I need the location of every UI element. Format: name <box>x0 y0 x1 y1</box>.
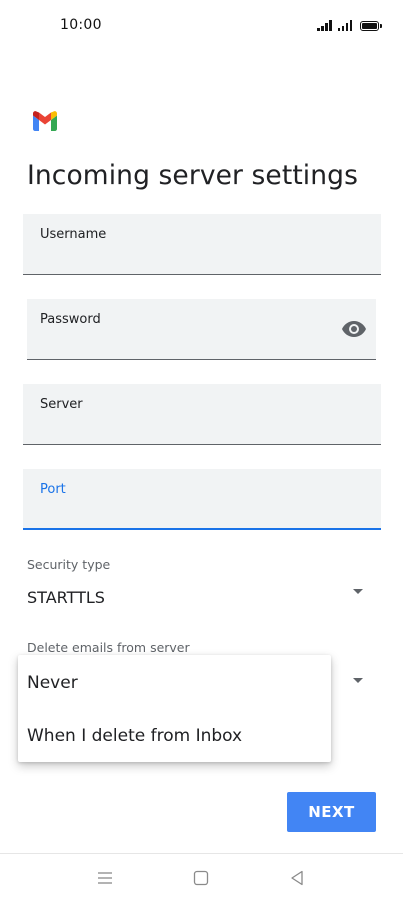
next-button[interactable]: NEXT <box>287 792 376 832</box>
delete-emails-label: Delete emails from server <box>27 640 190 655</box>
battery-icon <box>360 21 382 31</box>
security-type-label: Security type <box>27 557 111 572</box>
home-icon[interactable] <box>191 868 211 888</box>
status-icons <box>317 17 382 31</box>
port-label: Port <box>40 482 66 497</box>
status-bar: 10:00 <box>0 0 403 50</box>
security-type-value: STARTTLS <box>27 588 105 607</box>
server-input[interactable] <box>40 424 320 444</box>
menu-item-never[interactable]: Never <box>18 657 331 710</box>
eye-icon[interactable] <box>342 320 366 338</box>
server-field[interactable]: Server <box>23 384 381 445</box>
username-field[interactable]: Username <box>23 214 381 275</box>
signal-icon <box>317 19 332 31</box>
delete-emails-dropdown-menu: Never When I delete from Inbox <box>18 655 331 762</box>
password-input[interactable] <box>40 339 310 359</box>
server-label: Server <box>40 397 83 412</box>
chevron-down-icon <box>353 678 363 683</box>
chevron-down-icon <box>353 589 363 594</box>
security-type-select[interactable]: Security type STARTTLS <box>20 550 380 612</box>
username-label: Username <box>40 227 107 242</box>
signal-icon <box>337 19 352 31</box>
username-input[interactable] <box>40 254 320 274</box>
password-label: Password <box>40 312 101 327</box>
navigation-bar <box>0 853 403 902</box>
port-input[interactable] <box>40 509 320 529</box>
gmail-logo-icon <box>33 111 57 131</box>
port-field[interactable]: Port <box>23 469 381 530</box>
page-title: Incoming server settings <box>27 160 358 191</box>
menu-icon[interactable] <box>95 868 115 888</box>
password-field[interactable]: Password <box>27 299 376 360</box>
status-time: 10:00 <box>60 17 102 33</box>
back-icon[interactable] <box>287 868 307 888</box>
menu-item-when-delete-from-inbox[interactable]: When I delete from Inbox <box>18 710 331 763</box>
